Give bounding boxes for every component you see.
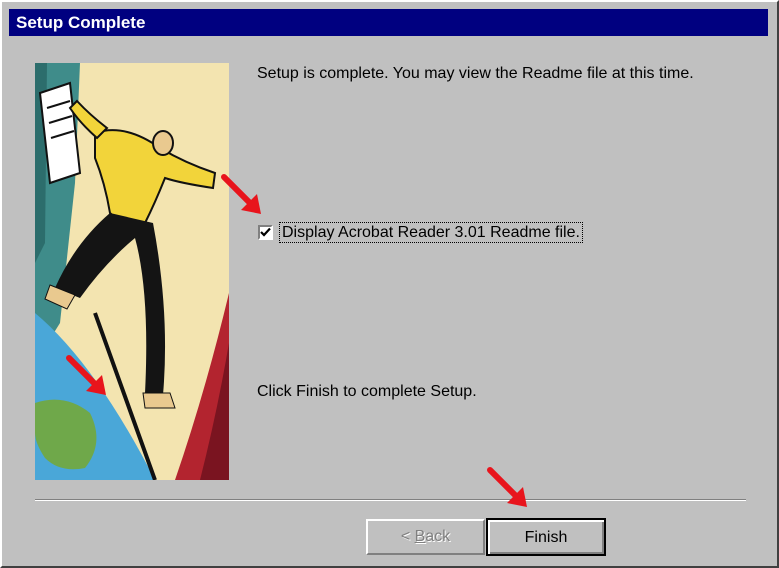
title-bar: Setup Complete xyxy=(9,9,768,36)
back-button-prefix: < xyxy=(400,528,415,545)
jumping-man-illustration-icon xyxy=(35,63,229,480)
back-button-rest: ack xyxy=(425,528,451,545)
window-title: Setup Complete xyxy=(16,13,146,32)
separator xyxy=(35,499,746,501)
finish-button-label: Finish xyxy=(524,528,568,546)
finish-instruction-text: Click Finish to complete Setup. xyxy=(257,383,477,400)
readme-checkbox[interactable] xyxy=(258,224,273,240)
back-button-accel: B xyxy=(414,528,426,545)
setup-dialog: Setup Complete Setup is complete. You ma… xyxy=(0,0,779,568)
finish-button[interactable]: Finish xyxy=(486,518,606,556)
red-arrow-icon xyxy=(487,467,527,507)
intro-text: Setup is complete. You may view the Read… xyxy=(257,65,694,82)
back-button[interactable]: < Back xyxy=(366,519,485,555)
readme-checkbox-label[interactable]: Display Acrobat Reader 3.01 Readme file. xyxy=(279,221,583,243)
setup-illustration xyxy=(35,63,229,480)
checkmark-icon xyxy=(260,227,271,237)
readme-checkbox-row[interactable]: Display Acrobat Reader 3.01 Readme file. xyxy=(258,221,583,243)
